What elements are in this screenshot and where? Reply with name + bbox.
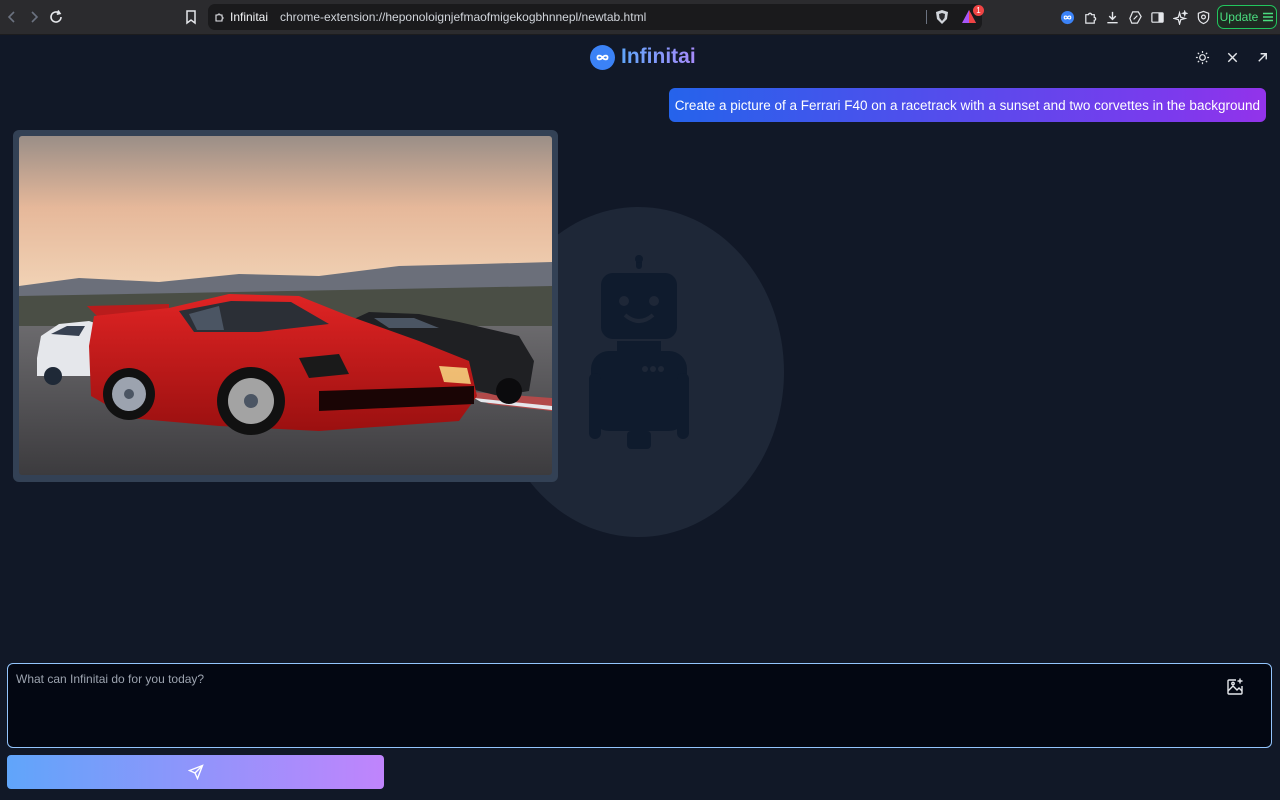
send-icon	[187, 764, 204, 780]
puzzle-icon	[215, 13, 224, 22]
prompt-box	[7, 663, 1272, 748]
extensions-icon[interactable]	[1082, 9, 1098, 25]
prompt-input[interactable]	[16, 672, 1216, 740]
address-bar[interactable]: Infinitai chrome-extension://heponoloign…	[208, 4, 984, 30]
infinitai-extension-icon[interactable]	[1059, 9, 1075, 25]
robot-icon	[589, 255, 689, 449]
bookmark-icon[interactable]	[182, 8, 200, 26]
infinity-logo-icon	[590, 44, 615, 70]
forward-icon[interactable]	[25, 8, 43, 26]
tab-title: Infinitai	[230, 10, 269, 24]
sidebar-icon[interactable]	[1149, 9, 1165, 25]
download-icon[interactable]	[1104, 9, 1120, 25]
site-info-chip[interactable]: Infinitai	[214, 9, 268, 25]
brave-rewards-icon[interactable]: 1	[960, 5, 984, 26]
user-message-bubble: Create a picture of a Ferrari F40 on a r…	[668, 88, 1266, 122]
sun-icon[interactable]	[1193, 48, 1211, 66]
leo-icon[interactable]	[1127, 9, 1143, 25]
address-divider	[926, 10, 927, 24]
brave-shield-icon[interactable]	[934, 9, 950, 25]
generated-image-card[interactable]	[13, 130, 558, 482]
ai-sparkle-icon[interactable]	[1172, 9, 1188, 25]
back-icon[interactable]	[3, 8, 21, 26]
url-text[interactable]: chrome-extension://heponoloignjefmaofmig…	[280, 10, 646, 24]
app-logo: Infinitai	[590, 43, 696, 71]
user-message-text: Create a picture of a Ferrari F40 on a r…	[674, 97, 1260, 113]
update-button[interactable]: Update	[1217, 5, 1277, 29]
app-name: Infinitai	[621, 45, 696, 68]
generated-image[interactable]	[19, 136, 552, 475]
update-label: Update	[1219, 10, 1259, 24]
vpn-icon[interactable]	[1195, 9, 1211, 25]
reload-icon[interactable]	[47, 8, 65, 26]
send-button[interactable]	[7, 755, 384, 789]
arrow-up-right-icon[interactable]	[1253, 48, 1271, 66]
rewards-badge: 1	[973, 5, 984, 16]
close-icon[interactable]	[1223, 48, 1241, 66]
menu-icon	[1263, 12, 1274, 22]
image-plus-icon[interactable]	[1225, 677, 1245, 697]
browser-toolbar: Infinitai chrome-extension://heponoloign…	[0, 0, 1280, 35]
